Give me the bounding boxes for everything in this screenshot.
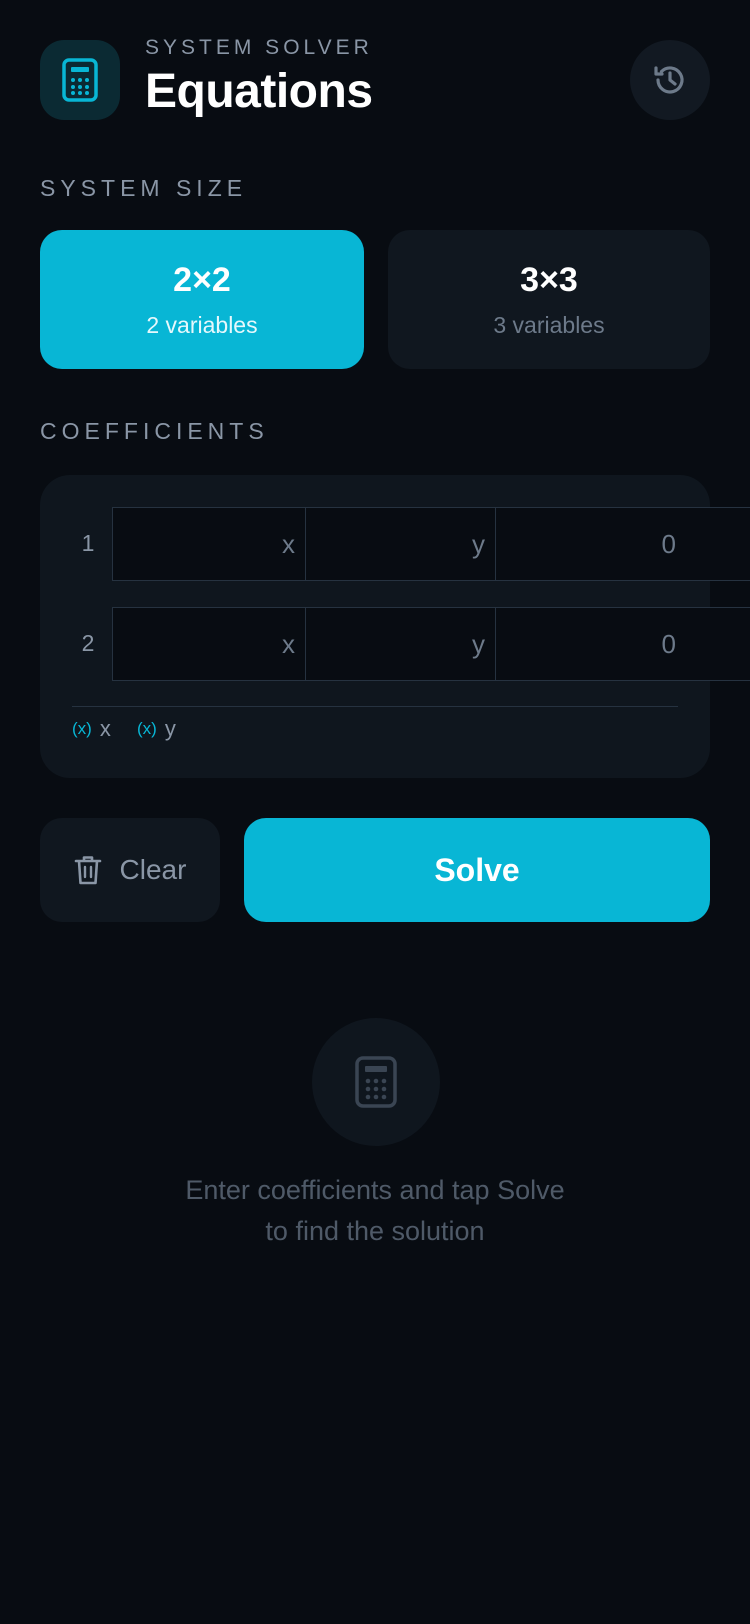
clear-label: Clear xyxy=(119,854,187,885)
page-title: Equations xyxy=(145,65,373,118)
calculator-icon xyxy=(355,1056,397,1108)
calculator-icon xyxy=(62,58,98,102)
coef-input-x[interactable]: x xyxy=(112,607,306,681)
size-option-2x2[interactable]: 2×2 2 variables xyxy=(40,230,364,369)
empty-state-text: Enter coefficients and tap Solve to find… xyxy=(125,1170,625,1252)
history-button[interactable] xyxy=(630,40,710,120)
coef-input-y[interactable]: y xyxy=(305,607,496,681)
size-option-title: 2×2 xyxy=(173,260,231,299)
empty-state-line: to find the solution xyxy=(265,1216,485,1246)
constant-value: 0 xyxy=(661,528,676,559)
row-number: 2 xyxy=(81,630,95,656)
trash-icon xyxy=(74,856,101,885)
clear-button[interactable]: Clear xyxy=(40,818,220,922)
app-eyebrow: SYSTEM SOLVER xyxy=(145,36,373,59)
variable-icon: (x) xyxy=(137,719,157,738)
variable-suffix: y xyxy=(472,628,485,659)
row-number: 1 xyxy=(81,530,95,556)
constant-input[interactable]: 0 xyxy=(495,507,750,581)
variable-icon: (x) xyxy=(72,719,92,738)
solve-button[interactable]: Solve xyxy=(244,818,710,922)
size-option-title: 3×3 xyxy=(520,260,578,299)
size-option-3x3[interactable]: 3×3 3 variables xyxy=(388,230,710,369)
legend-item-x: (x) x xyxy=(72,716,111,742)
variable-suffix: x xyxy=(282,528,295,559)
legend-item-y: (x) y xyxy=(137,716,176,742)
coef-input-y[interactable]: y xyxy=(305,507,496,581)
solve-label: Solve xyxy=(434,851,520,888)
variable-suffix: x xyxy=(282,628,295,659)
variable-suffix: y xyxy=(472,528,485,559)
history-icon xyxy=(654,66,684,94)
app-icon xyxy=(40,40,120,120)
coefficients-label: COEFFICIENTS xyxy=(40,418,269,444)
constant-input[interactable]: 0 xyxy=(495,607,750,681)
size-option-subtitle: 3 variables xyxy=(493,311,605,338)
legend-label: y xyxy=(164,716,176,741)
constant-value: 0 xyxy=(661,628,676,659)
size-option-subtitle: 2 variables xyxy=(146,311,258,338)
coef-input-x[interactable]: x xyxy=(112,507,306,581)
divider xyxy=(72,706,678,707)
empty-state-line: Enter coefficients and tap Solve xyxy=(185,1175,565,1205)
system-size-label: SYSTEM SIZE xyxy=(40,175,248,201)
legend-label: x xyxy=(99,716,111,741)
empty-state-icon-circle xyxy=(312,1018,440,1146)
